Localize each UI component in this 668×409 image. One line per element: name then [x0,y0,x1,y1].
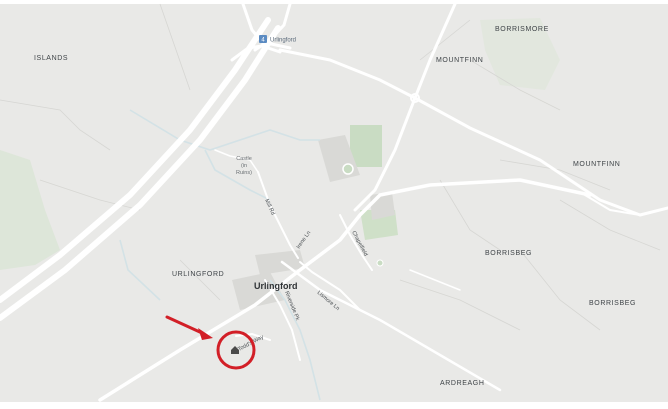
castle-label-line1: Castle [236,156,252,162]
green-dot [376,259,384,267]
place-label: MOUNTFINN [436,57,483,64]
place-label: URLINGFORD [172,271,224,278]
place-label: BORRISBEG [589,300,636,307]
place-label: MOUNTFINN [573,161,620,168]
map-svg: 4 Urlingford ISLANDS BORRISMORE MOUNTFIN… [0,2,668,402]
green-roundel [342,163,354,175]
place-label: ISLANDS [34,55,68,62]
road-badge-label: Urlingford [270,38,296,44]
place-label: ARDREAGH [440,380,484,387]
place-label: BORRISMORE [495,26,549,33]
castle-label-line3: Ruins) [236,170,252,176]
castle-label-line2: (in [241,163,247,169]
place-label: BORRISBEG [485,250,532,257]
map-land [0,4,668,402]
town-label: Urlingford [254,281,298,291]
park-area [350,125,382,167]
map-canvas[interactable]: 4 Urlingford ISLANDS BORRISMORE MOUNTFIN… [0,0,668,404]
